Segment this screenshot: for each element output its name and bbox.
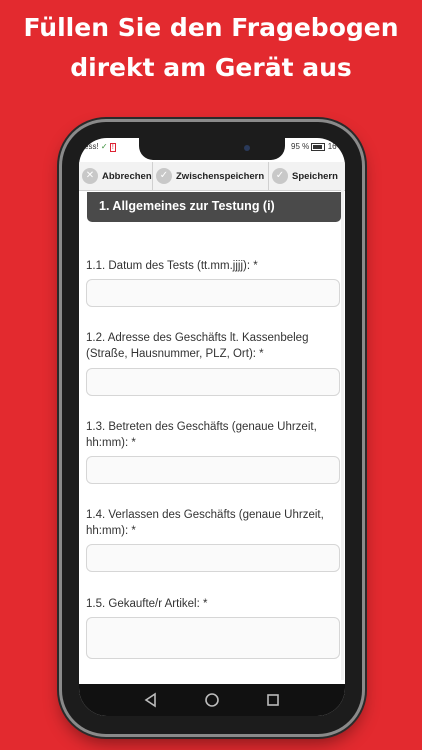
interim-save-button[interactable]: ✓ Zwischenspeichern <box>153 162 269 190</box>
check-circle-icon: ✓ <box>272 168 288 184</box>
cancel-button-label: Abbrechen <box>102 170 152 182</box>
triangle-back-icon[interactable] <box>141 690 161 710</box>
close-circle-icon: ✕ <box>82 168 98 184</box>
date-input[interactable] <box>86 279 340 307</box>
android-nav-bar <box>79 684 345 716</box>
circle-home-icon[interactable] <box>202 690 222 710</box>
alert-icon: ! <box>109 143 116 152</box>
status-bar-left: ess! ✓ ! <box>84 142 116 152</box>
question-label-articles: 1.5. Gekaufte/r Artikel: * <box>86 598 208 610</box>
clock-time: 16 <box>327 142 337 151</box>
question-label-address: 1.2. Adresse des Geschäfts lt. Kassenbel… <box>86 332 309 360</box>
exit-time-input[interactable] <box>86 544 340 572</box>
battery-percent: 95 % <box>291 142 310 151</box>
promo-headline: Füllen Sie den Fragebogen direkt am Gerä… <box>0 8 422 88</box>
status-bar-right: 95 % 16 <box>291 142 337 151</box>
battery-icon <box>311 142 326 151</box>
question-label-entry-time: 1.3. Betreten des Geschäfts (genaue Uhrz… <box>86 421 317 449</box>
save-button[interactable]: ✓ Speichern <box>269 162 345 190</box>
headline-line-2: direkt am Gerät aus <box>70 53 352 82</box>
phone-notch <box>139 138 285 160</box>
cancel-button[interactable]: ✕ Abbrechen <box>79 162 153 190</box>
section-header[interactable]: 1. Allgemeines zur Testung (i) <box>87 192 341 222</box>
scrollbar[interactable] <box>341 190 344 680</box>
phone-screen: ess! ✓ ! 95 % 16 ✕ Abbrechen ✓ Zwischens… <box>79 138 345 716</box>
checkmark-icon: ✓ <box>100 142 108 151</box>
square-recent-icon[interactable] <box>263 690 283 710</box>
camera-icon <box>244 145 250 151</box>
entry-time-input[interactable] <box>86 456 340 484</box>
headline-line-1: Füllen Sie den Fragebogen <box>23 13 399 42</box>
save-button-label: Speichern <box>292 170 338 182</box>
check-circle-icon: ✓ <box>156 168 172 184</box>
question-label-date: 1.1. Datum des Tests (tt.mm.jjjj): * <box>86 260 258 272</box>
form-toolbar: ✕ Abbrechen ✓ Zwischenspeichern ✓ Speich… <box>79 162 345 191</box>
question-label-exit-time: 1.4. Verlassen des Geschäfts (genaue Uhr… <box>86 509 324 537</box>
address-input[interactable] <box>86 368 340 396</box>
status-notification-text: ess! <box>84 142 99 151</box>
interim-save-button-label: Zwischenspeichern <box>176 170 265 182</box>
articles-input[interactable] <box>86 617 340 659</box>
